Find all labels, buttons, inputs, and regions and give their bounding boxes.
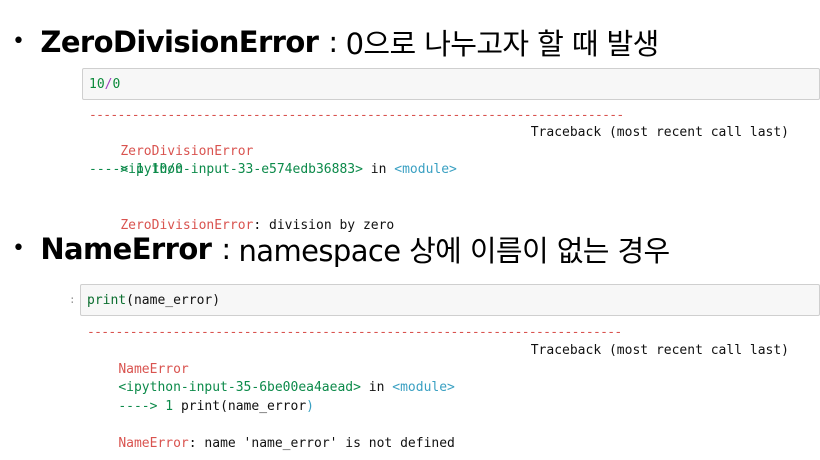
heading-colon: : xyxy=(328,25,338,59)
heading-colon: : xyxy=(221,232,231,266)
heading-nameerror: • NameError : namespace 상에 이름이 없는 경우 xyxy=(12,229,670,269)
traceback-in: in xyxy=(368,380,385,396)
traceback-header-right: Traceback (most recent call last) xyxy=(530,125,789,140)
traceback-final-message: : name 'name_error' is not defined xyxy=(188,435,455,451)
bullet-icon: • xyxy=(12,28,25,54)
code-cell-input-2[interactable]: print (name_error) xyxy=(80,284,820,316)
heading-description: 0으로 나누고자 할 때 발생 xyxy=(345,27,660,61)
traceback-module: <module> xyxy=(392,380,455,396)
heading-term: NameError xyxy=(40,232,212,266)
traceback-output-1: ----------------------------------------… xyxy=(89,107,789,233)
heading-zerodivisionerror: • ZeroDivisionError : 0으로 나누고자 할 때 발생 xyxy=(12,22,659,62)
cell-prompt: : xyxy=(69,293,76,306)
heading-term: ZeroDivisionError xyxy=(40,25,319,59)
code-token-function: print xyxy=(87,292,127,308)
traceback-rule: ----------------------------------------… xyxy=(89,108,624,123)
traceback-final-line: NameError: name 'name_error' is not defi… xyxy=(87,416,455,460)
traceback-in: in xyxy=(370,162,387,178)
traceback-arrow-prefix: ----> 1 xyxy=(118,398,174,414)
heading-description: namespace 상에 이름이 없는 경우 xyxy=(238,234,671,268)
code-token-number: 10 xyxy=(89,76,105,92)
traceback-output-2: ----------------------------------------… xyxy=(87,324,789,451)
code-token-operator: / xyxy=(104,76,113,92)
traceback-arrow-paren: ) xyxy=(306,398,314,414)
code-cell-input-1[interactable]: 10/0 xyxy=(82,68,820,100)
traceback-final-error: NameError xyxy=(118,435,189,451)
code-token-number: 0 xyxy=(112,76,121,92)
code-token-args: (name_error) xyxy=(126,292,221,308)
traceback-arrow-line: ----> 1 10/0 xyxy=(89,162,183,178)
traceback-rule: ----------------------------------------… xyxy=(87,325,622,340)
traceback-module: <module> xyxy=(394,162,457,178)
traceback-header-right: Traceback (most recent call last) xyxy=(530,343,789,358)
traceback-arrow-code: print(name_error xyxy=(180,398,307,414)
bullet-icon: • xyxy=(12,235,25,261)
